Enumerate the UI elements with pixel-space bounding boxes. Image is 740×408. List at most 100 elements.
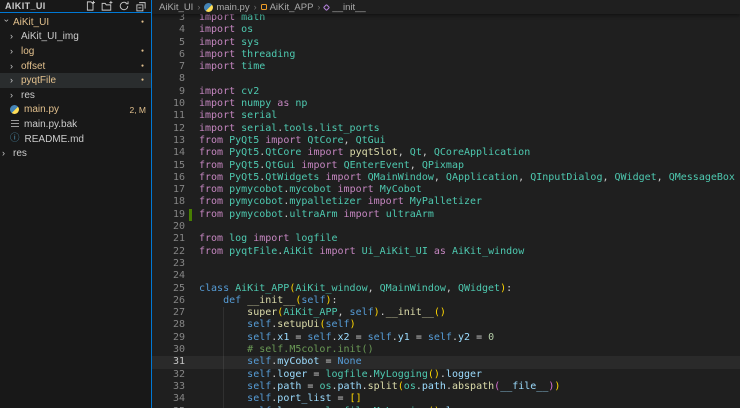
line-number[interactable]: 21 (152, 233, 185, 245)
code-line-12[interactable]: 12 import serial.tools.list_ports (152, 123, 740, 135)
code-token: ultraArm (385, 208, 434, 220)
code-line-28[interactable]: 28 self.setupUi(self) (152, 319, 740, 332)
code-line-7[interactable]: 7 import time (152, 61, 740, 73)
explorer-section-title[interactable]: AIKIT_UI (5, 1, 46, 11)
code-token: , (433, 171, 446, 183)
code-line-34[interactable]: 34 self.port_list = [] (152, 393, 740, 406)
code-line-16[interactable]: 16 from PyQt5.QtWidgets import QMainWindo… (152, 172, 740, 184)
line-number[interactable]: 8 (152, 73, 185, 85)
code-line-6[interactable]: 6 import threading (152, 49, 740, 61)
code-line-32[interactable]: 32 self.loger = logfile.MyLogging().logg… (152, 368, 740, 381)
code-line-20[interactable]: 20 (152, 221, 740, 233)
indent-guide (223, 380, 224, 394)
line-number[interactable]: 29 (152, 332, 185, 344)
breadcrumb-item[interactable]: AiKit_UI (159, 2, 193, 13)
breadcrumb-item[interactable]: __init__ (332, 2, 365, 13)
code-line-18[interactable]: 18 from pymycobot.mypalletizer import MyP… (152, 196, 740, 208)
tree-item-log[interactable]: › log ● (0, 44, 151, 59)
code-line-24[interactable]: 24 (152, 270, 740, 282)
code-line-31[interactable]: 31 self.myCobot = None (152, 356, 740, 369)
code-editor[interactable]: 3 import math 4 import os 5 import sys 6 import… (152, 12, 740, 408)
code-token: AiKit_APP (235, 282, 290, 294)
line-number[interactable]: 15 (152, 160, 185, 172)
code-token: AiKit_APP (283, 307, 338, 319)
code-line-8[interactable]: 8 (152, 73, 740, 85)
code-line-27[interactable]: 27 super(AiKit_APP, self).__init__() (152, 307, 740, 320)
tree-item-res[interactable]: › res (0, 146, 151, 161)
line-number[interactable]: 34 (152, 393, 185, 405)
code-token: QtWidgets (265, 171, 320, 183)
modified-dot-badge: ● (140, 47, 144, 54)
code-line-22[interactable]: 22 from pyqtFile.AiKit import Ui_AiKit_UI… (152, 246, 740, 258)
code-line-9[interactable]: 9 import cv2 (152, 86, 740, 98)
line-number[interactable]: 26 (152, 295, 185, 307)
code-line-25[interactable]: 25 class AiKit_APP(AiKit_window, QMainWin… (152, 283, 740, 295)
code-line-5[interactable]: 5 import sys (152, 37, 740, 49)
code-line-33[interactable]: 33 self.path = os.path.split(os.path.abs… (152, 380, 740, 394)
line-number[interactable]: 24 (152, 270, 185, 282)
line-number[interactable]: 20 (152, 221, 185, 233)
tree-item-label: res (21, 89, 35, 101)
line-number[interactable]: 31 (152, 356, 185, 368)
tree-item-offset[interactable]: › offset ● (0, 59, 151, 74)
line-number[interactable]: 19 (152, 209, 185, 221)
tree-item-aikit-ui[interactable]: › AiKit_UI ● (0, 15, 151, 30)
code-token: QMainWindow (379, 282, 446, 294)
line-number[interactable]: 9 (152, 86, 185, 98)
code-line-17[interactable]: 17 from pymycobot.mycobot import MyCobot (152, 184, 740, 196)
code-token: , (445, 282, 458, 294)
new-folder-icon[interactable] (101, 0, 113, 12)
code-line-26[interactable]: 26 def __init__(self): (152, 295, 740, 307)
line-number[interactable]: 6 (152, 49, 185, 61)
code-line-4[interactable]: 4 import os (152, 24, 740, 36)
code-line-10[interactable]: 10 import numpy as np (152, 98, 740, 110)
line-number[interactable]: 17 (152, 184, 185, 196)
line-number[interactable]: 7 (152, 61, 185, 73)
code-line-text: from pymycobot.mypalletizer import MyPal… (185, 196, 482, 208)
line-number[interactable]: 4 (152, 24, 185, 36)
line-number[interactable]: 16 (152, 172, 185, 184)
code-line-29[interactable]: 29 self.x1 = self.x2 = self.y1 = self.y2… (152, 331, 740, 345)
tree-item-main-py-bak[interactable]: main.py.bak (0, 117, 151, 132)
code-line-14[interactable]: 14 from PyQt5.QtCore import pyqtSlot, Qt,… (152, 147, 740, 159)
new-file-icon[interactable] (84, 0, 96, 12)
vscode-window: AIKIT_UI › AiKit_UI ● › AiKit_UI_img › log ● › of… (0, 0, 740, 408)
code-token: y1 (397, 331, 410, 343)
breadcrumb-item[interactable]: AiKit_APP (270, 2, 314, 13)
line-number[interactable]: 27 (152, 307, 185, 319)
line-number[interactable]: 14 (152, 147, 185, 159)
breadcrumb-item[interactable]: main.py (216, 2, 249, 13)
breadcrumb-separator-icon: › (317, 2, 321, 12)
tree-item-aikit-ui-img[interactable]: › AiKit_UI_img (0, 30, 151, 45)
collapse-all-icon[interactable] (135, 0, 147, 12)
line-number[interactable]: 10 (152, 98, 185, 110)
line-number[interactable]: 33 (152, 381, 185, 393)
code-line-21[interactable]: 21 from log import logfile (152, 233, 740, 245)
code-line-text: from PyQt5.QtWidgets import QMainWindow,… (185, 172, 735, 184)
line-number[interactable]: 12 (152, 123, 185, 135)
tree-item-main-py[interactable]: main.py 2, M (0, 103, 151, 118)
code-line-13[interactable]: 13 from PyQt5 import QtCore, QtGui (152, 135, 740, 147)
line-number[interactable]: 13 (152, 135, 185, 147)
code-line-15[interactable]: 15 from PyQt5.QtGui import QEnterEvent, Q… (152, 160, 740, 172)
line-number[interactable]: 28 (152, 319, 185, 331)
refresh-icon[interactable] (118, 0, 130, 12)
code-token: loger (277, 368, 308, 380)
line-number[interactable]: 23 (152, 258, 185, 270)
line-number[interactable]: 25 (152, 283, 185, 295)
line-number[interactable]: 32 (152, 369, 185, 381)
code-line-text: self.path = os.path.split(os.path.abspat… (185, 381, 560, 393)
line-number[interactable]: 22 (152, 246, 185, 258)
tree-item-readme-md[interactable]: ⓘ README.md (0, 132, 151, 147)
code-line-30[interactable]: 30 # self.M5color.init() (152, 344, 740, 357)
code-line-23[interactable]: 23 (152, 258, 740, 270)
line-number[interactable]: 11 (152, 110, 185, 122)
line-number[interactable]: 5 (152, 37, 185, 49)
tree-item-res[interactable]: › res (0, 88, 151, 103)
code-line-11[interactable]: 11 import serial (152, 110, 740, 122)
line-number[interactable]: 18 (152, 196, 185, 208)
code-token: threading (241, 48, 296, 60)
tree-item-pyqtfile[interactable]: › pyqtFile ● (0, 73, 151, 88)
line-number[interactable]: 30 (152, 344, 185, 356)
code-line-19[interactable]: 19 from pymycobot.ultraArm import ultraAr… (152, 208, 740, 222)
